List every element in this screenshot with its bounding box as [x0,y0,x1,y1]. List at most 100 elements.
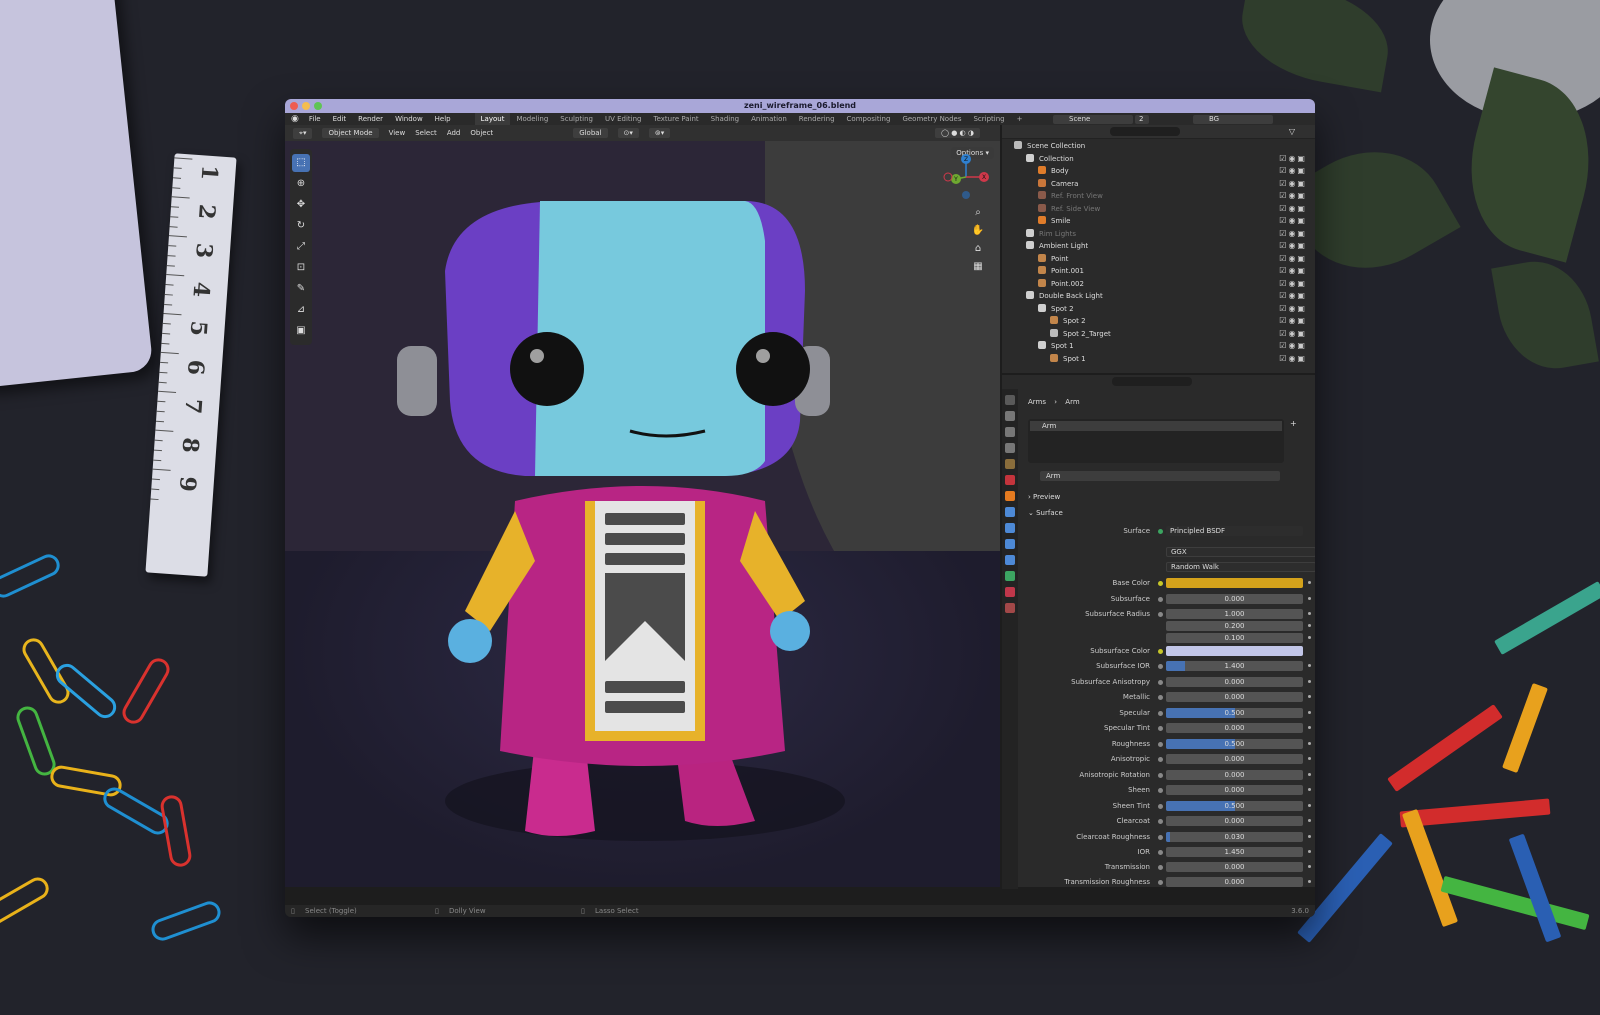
visibility-toggles-icon[interactable]: ☑◉▣ [1279,315,1307,328]
texture-tab-icon[interactable] [1005,603,1015,613]
keyframe-dot-icon[interactable] [1308,680,1311,683]
keyframe-dot-icon[interactable] [1308,711,1311,714]
outliner-item[interactable]: Ambient Light ☑◉▣ [1002,240,1315,253]
property-value-slider[interactable]: 0.100 [1166,633,1303,643]
keyframe-dot-icon[interactable] [1308,804,1311,807]
keyframe-dot-icon[interactable] [1308,612,1311,615]
visibility-toggles-icon[interactable]: ☑◉▣ [1279,203,1307,216]
navigation-gizmo[interactable]: Z X Y [942,153,990,201]
property-value-slider[interactable]: 0.200 [1166,621,1303,631]
measure-tool[interactable]: ⊿ [292,301,310,319]
outliner-item[interactable]: Collection ☑◉▣ [1002,153,1315,166]
move-tool[interactable]: ✥ [292,196,310,214]
add-slot-button[interactable]: + [1290,419,1297,428]
outliner-item[interactable]: Scene Collection [1002,140,1315,153]
distribution-dropdown[interactable]: GGX [1166,547,1315,557]
menu-add[interactable]: Add [447,129,461,137]
tab-rendering[interactable]: Rendering [793,113,841,125]
world-tab-icon[interactable] [1005,475,1015,485]
maximize-window-button[interactable] [314,102,322,110]
keyframe-dot-icon[interactable] [1308,742,1311,745]
keyframe-dot-icon[interactable] [1308,664,1311,667]
3d-viewport[interactable]: ⬚ ⊕ ✥ ↻ ⤢ ⊡ ✎ ⊿ ▣ Options ▾ Z X Y ⌕ ✋ ⌂ … [285,141,1000,887]
property-value-slider[interactable]: 0.000 [1166,862,1303,872]
constraints-tab-icon[interactable] [1005,555,1015,565]
property-value-slider[interactable]: 1.450 [1166,847,1303,857]
keyframe-dot-icon[interactable] [1308,636,1311,639]
property-value-slider[interactable]: 1.000 [1166,609,1303,619]
keyframe-dot-icon[interactable] [1308,695,1311,698]
render-tab-icon[interactable] [1005,411,1015,421]
properties-search-input[interactable] [1112,377,1192,386]
tab-compositing[interactable]: Compositing [841,113,897,125]
outliner-search-input[interactable] [1110,127,1180,136]
visibility-toggles-icon[interactable]: ☑◉▣ [1279,290,1307,303]
property-value-slider[interactable]: 0.500 [1166,708,1303,718]
outliner-item[interactable]: Double Back Light ☑◉▣ [1002,290,1315,303]
view-layer-tab-icon[interactable] [1005,443,1015,453]
add-cube-tool[interactable]: ▣ [292,322,310,340]
property-value-slider[interactable]: 0.000 [1166,594,1303,604]
shading-mode-buttons[interactable]: ◯ ● ◐ ◑ [935,128,980,138]
keyframe-dot-icon[interactable] [1308,865,1311,868]
view-layer-selector[interactable]: BG [1193,115,1273,124]
keyframe-dot-icon[interactable] [1308,835,1311,838]
filter-icon[interactable]: ▽ [1289,127,1295,136]
add-workspace-button[interactable]: + [1011,113,1029,125]
tab-animation[interactable]: Animation [745,113,793,125]
visibility-toggles-icon[interactable]: ☑◉▣ [1279,353,1307,366]
preview-panel-header[interactable]: › Preview [1028,493,1060,501]
property-value-slider[interactable]: 0.000 [1166,770,1303,780]
proportional-edit-toggle[interactable]: ⊚▾ [648,128,671,138]
outliner-item[interactable]: Camera ☑◉▣ [1002,178,1315,191]
visibility-toggles-icon[interactable]: ☑◉▣ [1279,340,1307,353]
material-name-field[interactable]: Arm [1040,471,1280,481]
outliner-item[interactable]: Ref. Side View ☑◉▣ [1002,203,1315,216]
tab-layout[interactable]: Layout [474,113,511,125]
visibility-toggles-icon[interactable]: ☑◉▣ [1279,190,1307,203]
scene-tab-icon[interactable] [1005,459,1015,469]
visibility-toggles-icon[interactable]: ☑◉▣ [1279,328,1307,341]
visibility-toggles-icon[interactable]: ☑◉▣ [1279,178,1307,191]
menu-help[interactable]: Help [429,115,457,123]
outliner-item[interactable]: Point.002 ☑◉▣ [1002,278,1315,291]
keyframe-dot-icon[interactable] [1308,880,1311,883]
menu-edit[interactable]: Edit [327,115,353,123]
base-color-swatch[interactable] [1166,578,1303,588]
subsurface-color-swatch[interactable] [1166,646,1303,656]
output-tab-icon[interactable] [1005,427,1015,437]
material-slot-list[interactable]: Arm [1028,419,1284,463]
select-box-tool[interactable]: ⬚ [292,154,310,172]
surface-panel-header[interactable]: ⌄ Surface [1028,509,1063,517]
tab-scripting[interactable]: Scripting [967,113,1010,125]
property-value-slider[interactable]: 0.030 [1166,832,1303,842]
visibility-toggles-icon[interactable]: ☑◉▣ [1279,278,1307,291]
tab-uv-editing[interactable]: UV Editing [599,113,648,125]
visibility-toggles-icon[interactable]: ☑◉▣ [1279,165,1307,178]
keyframe-dot-icon[interactable] [1308,850,1311,853]
rotate-tool[interactable]: ↻ [292,217,310,235]
transform-tool[interactable]: ⊡ [292,259,310,277]
mode-selector[interactable]: Object Mode [322,128,379,138]
menu-file[interactable]: File [303,115,327,123]
menu-render[interactable]: Render [352,115,389,123]
visibility-toggles-icon[interactable]: ☑◉▣ [1279,228,1307,241]
snap-toggle[interactable]: ⊙▾ [617,128,639,138]
object-tab-icon[interactable] [1005,491,1015,501]
material-slot[interactable]: Arm [1030,421,1282,431]
orientation-selector[interactable]: Global [573,128,608,138]
keyframe-dot-icon[interactable] [1308,726,1311,729]
property-value-slider[interactable]: 0.500 [1166,801,1303,811]
outliner-item[interactable]: Point.001 ☑◉▣ [1002,265,1315,278]
menu-view[interactable]: View [389,129,406,137]
editor-type-button[interactable]: ⌖▾ [293,127,313,139]
minimize-window-button[interactable] [302,102,310,110]
menu-select[interactable]: Select [415,129,437,137]
outliner-item[interactable]: Spot 2 ☑◉▣ [1002,303,1315,316]
tab-sculpting[interactable]: Sculpting [554,113,599,125]
zoom-icon[interactable]: ⌕ [971,207,985,221]
visibility-toggles-icon[interactable]: ☑◉▣ [1279,253,1307,266]
keyframe-dot-icon[interactable] [1308,597,1311,600]
property-value-slider[interactable]: 0.000 [1166,754,1303,764]
visibility-toggles-icon[interactable]: ☑◉▣ [1279,303,1307,316]
